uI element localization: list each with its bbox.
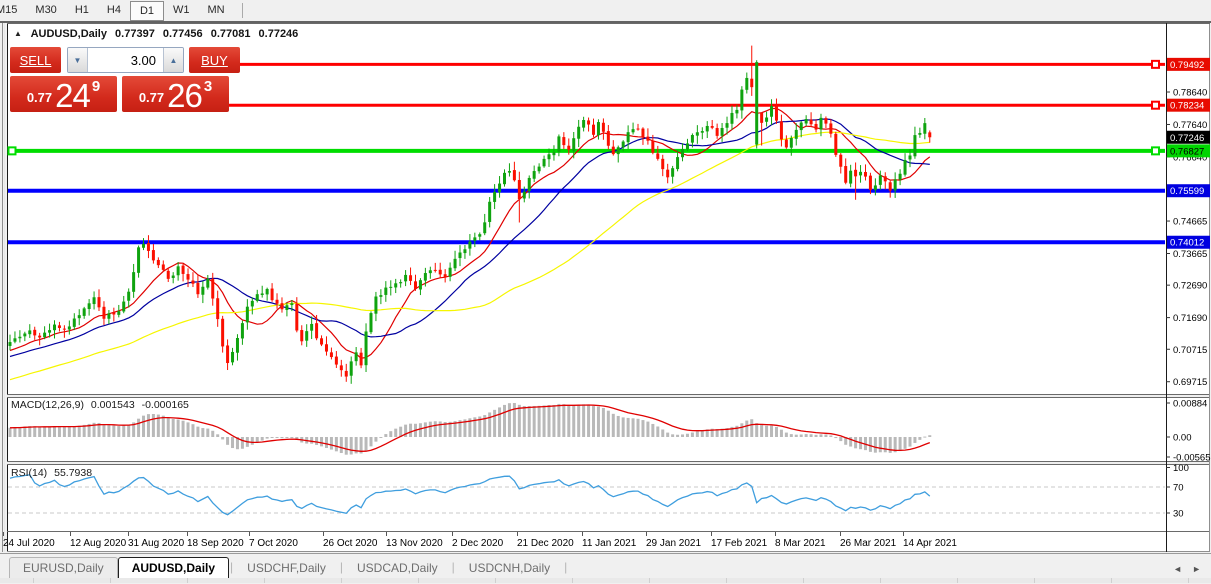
rsi-name: RSI(14) — [11, 467, 47, 479]
timeframe-h4[interactable]: H4 — [98, 1, 130, 20]
sell-price-prefix: 0.77 — [27, 90, 52, 105]
toolbar-separator — [242, 3, 243, 18]
sell-button[interactable]: SELL — [10, 47, 61, 73]
chevron-up-icon: ▲ — [170, 56, 178, 65]
spread-spinner: ▼ 3.00 ▲ — [67, 47, 184, 73]
date-label: 29 Jan 2021 — [646, 538, 701, 549]
timeframe-h1[interactable]: H1 — [66, 1, 98, 20]
date-label: 12 Aug 2020 — [70, 538, 127, 549]
buy-price-main: 26 — [167, 82, 202, 110]
date-label: 18 Sep 2020 — [187, 538, 244, 549]
spread-decrease-button[interactable]: ▼ — [68, 48, 88, 72]
tab-scroll-right-icon[interactable]: ► — [1192, 564, 1201, 574]
date-label: 17 Feb 2021 — [711, 538, 768, 549]
chevron-down-icon: ▼ — [74, 56, 82, 65]
timeframe-m30[interactable]: M30 — [26, 1, 65, 20]
lot-size-input[interactable]: 3.00 — [88, 48, 163, 72]
tab-usdcad-daily[interactable]: USDCAD,Daily — [344, 558, 451, 579]
macd-main-value: 0.001543 — [91, 399, 135, 411]
rsi-axis-label: 70 — [1173, 483, 1184, 494]
macd-axis-label: -0.005651 — [1173, 453, 1211, 464]
timeframe-w1[interactable]: W1 — [164, 1, 199, 20]
date-label: 31 Aug 2020 — [128, 538, 185, 549]
rsi-axis-label: 30 — [1173, 509, 1184, 520]
buy-price-display[interactable]: 0.77 26 3 — [122, 76, 229, 112]
tab-usdcnh-daily[interactable]: USDCNH,Daily — [456, 558, 563, 579]
price-tick-label: 0.71690 — [1173, 313, 1207, 324]
ohlc-open: 0.77397 — [115, 28, 155, 40]
price-badge-label: 0.76827 — [1170, 146, 1204, 157]
tab-eurusd-daily[interactable]: EURUSD,Daily — [9, 557, 118, 579]
price-tick-label: 0.72690 — [1173, 281, 1207, 292]
date-label: 7 Oct 2020 — [249, 538, 298, 549]
price-tick-label: 0.69715 — [1173, 377, 1207, 388]
chart-title: ▲ AUDUSD,Daily 0.77397 0.77456 0.77081 0… — [14, 28, 298, 40]
macd-axis-label: 0.00884 — [1173, 399, 1207, 410]
symbol-triangle-icon: ▲ — [14, 29, 22, 38]
price-tick-label: 0.77640 — [1173, 120, 1207, 131]
date-label: 26 Oct 2020 — [323, 538, 378, 549]
price-tick-label: 0.70715 — [1173, 345, 1207, 356]
date-label: 24 Jul 2020 — [3, 538, 55, 549]
date-label: 8 Mar 2021 — [775, 538, 826, 549]
price-tick-label: 0.78640 — [1173, 88, 1207, 99]
date-label: 11 Jan 2021 — [582, 538, 637, 549]
tab-separator: | — [340, 560, 343, 574]
symbol-tabs: EURUSD,DailyAUDUSD,Daily|USDCHF,Daily|US… — [0, 554, 1211, 579]
timeframe-m15[interactable]: M15 — [0, 1, 26, 20]
tab-scroll-controls: ◄ ► — [1173, 564, 1201, 574]
line-handle — [1152, 102, 1159, 109]
price-tick-label: 0.73665 — [1173, 249, 1207, 260]
line-handle — [1152, 147, 1159, 154]
line-handle — [9, 147, 16, 154]
price-badge-label: 0.77246 — [1170, 133, 1204, 144]
sell-price-sup: 9 — [92, 78, 100, 95]
price-tick-label: 0.74665 — [1173, 217, 1207, 228]
ohlc-high: 0.77456 — [163, 28, 203, 40]
macd-signal-value: -0.000165 — [142, 399, 189, 411]
price-badge-label: 0.78234 — [1170, 101, 1204, 112]
toolbar-divider — [0, 21, 1211, 23]
tab-usdchf-daily[interactable]: USDCHF,Daily — [234, 558, 339, 579]
sell-price-main: 24 — [55, 82, 90, 110]
timeframe-d1[interactable]: D1 — [130, 1, 164, 21]
tab-scroll-left-icon[interactable]: ◄ — [1173, 564, 1182, 574]
line-handle — [1152, 61, 1159, 68]
timeframe-mn[interactable]: MN — [199, 1, 234, 20]
date-label: 21 Dec 2020 — [517, 538, 574, 549]
date-label: 2 Dec 2020 — [452, 538, 504, 549]
tab-separator: | — [564, 560, 567, 574]
ohlc-close: 0.77246 — [259, 28, 299, 40]
macd-name: MACD(12,26,9) — [11, 399, 84, 411]
tab-audusd-daily[interactable]: AUDUSD,Daily — [118, 557, 229, 580]
macd-axis-label: 0.00 — [1173, 433, 1192, 444]
date-label: 13 Nov 2020 — [386, 538, 443, 549]
spread-increase-button[interactable]: ▲ — [163, 48, 183, 72]
rsi-value: 55.7938 — [54, 467, 92, 479]
price-badge-label: 0.79492 — [1170, 60, 1204, 71]
date-label: 26 Mar 2021 — [840, 538, 897, 549]
tab-separator: | — [230, 560, 233, 574]
buy-price-sup: 3 — [204, 78, 212, 95]
buy-button[interactable]: BUY — [189, 47, 240, 73]
one-click-trading-panel: SELL ▼ 3.00 ▲ BUY 0.77 24 9 0.77 26 3 — [8, 46, 229, 113]
bottom-grip-strip — [0, 578, 1211, 583]
buy-price-prefix: 0.77 — [139, 90, 164, 105]
rsi-indicator-label: RSI(14) 55.7938 — [11, 467, 96, 479]
sell-price-display[interactable]: 0.77 24 9 — [10, 76, 117, 112]
tab-separator: | — [452, 560, 455, 574]
chart-symbol: AUDUSD,Daily — [31, 28, 107, 40]
macd-indicator-label: MACD(12,26,9) 0.001543 -0.000165 — [11, 399, 193, 411]
rsi-axis-label: 100 — [1173, 463, 1189, 474]
timeframe-toolbar: M15M30H1H4D1W1MN — [0, 0, 1211, 21]
price-badge-label: 0.74012 — [1170, 238, 1204, 249]
date-label: 14 Apr 2021 — [903, 538, 957, 549]
price-badge-label: 0.75599 — [1170, 186, 1204, 197]
ohlc-low: 0.77081 — [211, 28, 251, 40]
